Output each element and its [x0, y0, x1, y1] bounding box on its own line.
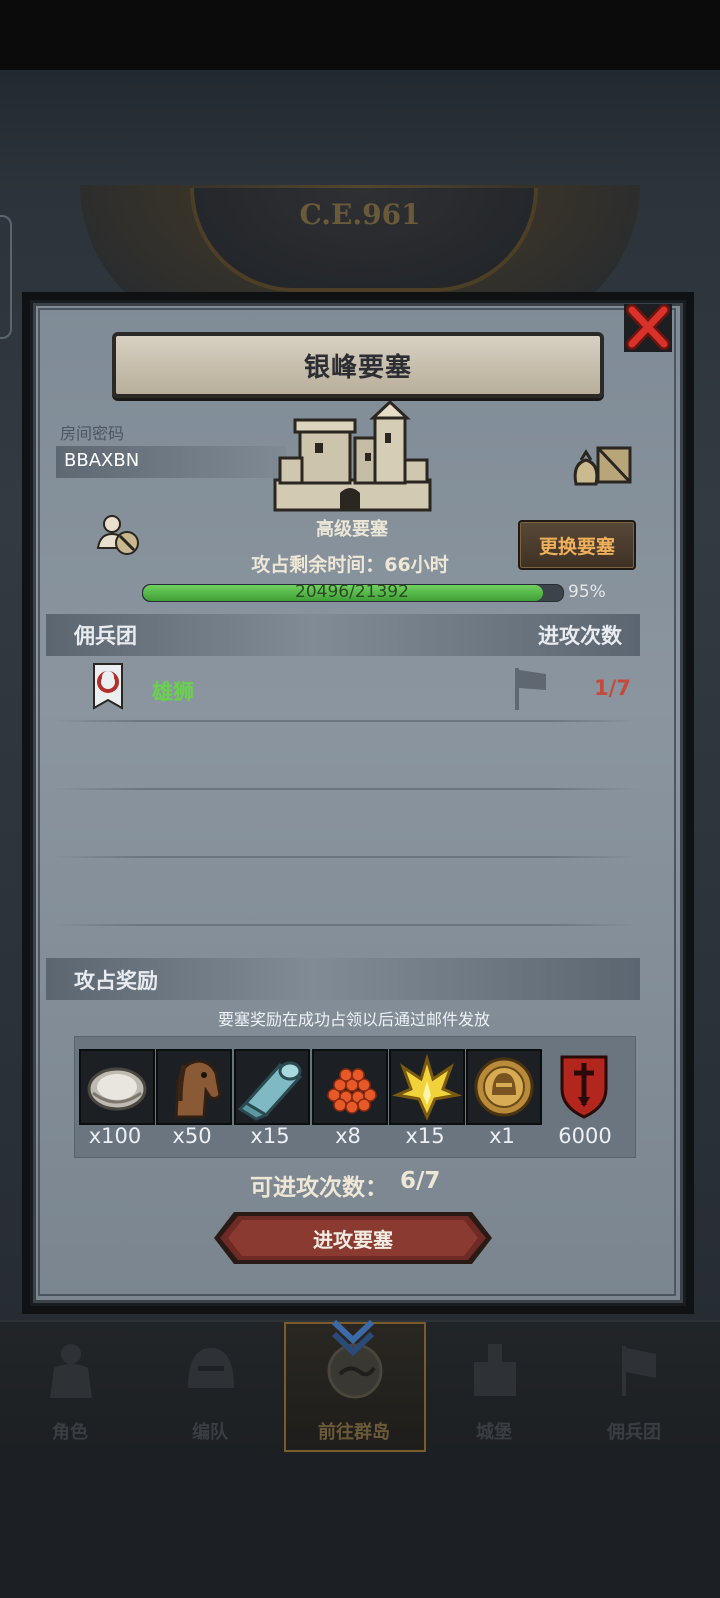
available-attacks-value: 6/7 — [400, 1168, 441, 1194]
era-label: C.E.961 — [299, 198, 421, 231]
horse-icon — [174, 1059, 222, 1119]
knight-medal-icon — [474, 1057, 534, 1117]
reward-horse[interactable] — [156, 1049, 232, 1125]
cloth-roll-icon — [237, 1061, 303, 1121]
title-banner: 银峰要塞 — [112, 332, 604, 398]
row-divider — [52, 720, 638, 722]
fortress-castle-icon — [273, 399, 432, 512]
mercenary-column-header: 佣兵团 — [74, 624, 137, 648]
capture-progress-text: 20496/21392 — [295, 582, 409, 602]
mercenary-icon — [622, 1346, 656, 1396]
side-handle — [0, 215, 12, 339]
reward-glory[interactable] — [548, 1049, 620, 1121]
reward-qty: x50 — [172, 1124, 212, 1148]
row-divider — [52, 924, 638, 926]
row-divider — [52, 856, 638, 858]
reward-medal[interactable] — [466, 1049, 542, 1125]
helmet-icon — [188, 1348, 234, 1388]
golden-crest-icon — [391, 1053, 463, 1121]
flag-icon — [515, 668, 546, 710]
nav-label: 角色 — [52, 1422, 88, 1443]
sword-shield-icon — [560, 1055, 608, 1119]
supplies-icon[interactable] — [570, 440, 634, 488]
castle-icon — [474, 1344, 516, 1396]
row-divider — [52, 788, 638, 790]
rewards-header: 攻占奖励 — [74, 969, 158, 993]
reward-crest[interactable] — [389, 1049, 465, 1125]
close-button[interactable] — [620, 300, 676, 356]
status-bar-area — [0, 0, 720, 70]
room-password-label: 房间密码 — [60, 424, 125, 443]
mercenary-name[interactable]: 雄狮 — [152, 676, 194, 706]
reward-qty: x15 — [250, 1124, 290, 1148]
reward-oyster[interactable] — [79, 1049, 155, 1125]
nav-label: 城堡 — [476, 1422, 512, 1443]
reward-cloth[interactable] — [234, 1049, 310, 1125]
chevron-down-icon — [331, 1319, 375, 1357]
rewards-note: 要塞奖励在成功占领以后通过邮件发放 — [217, 1010, 490, 1029]
reward-qty: 6000 — [558, 1124, 612, 1148]
change-fortress-button[interactable]: 更换要塞 — [518, 520, 636, 570]
capture-progress-percent: 95% — [568, 582, 606, 602]
close-icon — [624, 304, 672, 352]
available-attacks-label: 可进攻次数： — [250, 1175, 388, 1201]
reward-qty: x1 — [489, 1124, 515, 1148]
kick-member-icon[interactable] — [96, 512, 142, 558]
bottom-strip — [0, 1450, 720, 1598]
nav-label: 佣兵团 — [607, 1422, 661, 1443]
dialog-title: 银峰要塞 — [303, 352, 412, 383]
mercenary-banner-icon — [93, 663, 123, 710]
knight-icon — [50, 1344, 92, 1398]
oyster-icon — [87, 1067, 147, 1111]
mercenary-attack-count: 1/7 — [594, 676, 631, 700]
map-top-band — [0, 70, 720, 190]
reward-roe[interactable] — [312, 1049, 388, 1125]
fortress-level: 高级要塞 — [316, 519, 388, 540]
nav-label: 编队 — [192, 1422, 228, 1443]
room-password-value[interactable]: BBAXBN — [64, 450, 139, 471]
roe-icon — [327, 1068, 377, 1114]
capture-time-left: 攻占剩余时间：66小时 — [251, 554, 449, 576]
nav-label-active: 前往群岛 — [318, 1422, 390, 1443]
attack-fortress-label: 进攻要塞 — [313, 1228, 393, 1252]
attacks-column-header: 进攻次数 — [538, 624, 622, 648]
change-fortress-label: 更换要塞 — [538, 535, 615, 558]
